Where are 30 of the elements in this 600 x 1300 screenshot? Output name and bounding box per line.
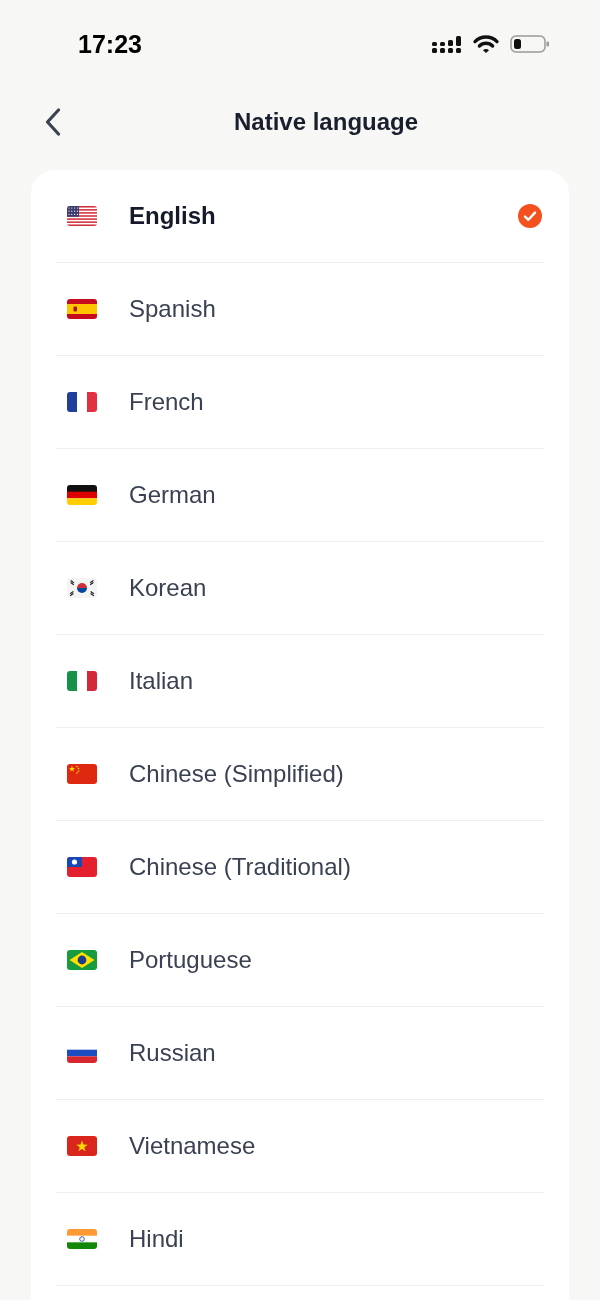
check-icon (518, 204, 542, 228)
page-title: Native language (234, 107, 419, 137)
flag-icon (67, 950, 97, 970)
language-option[interactable]: Chinese (Traditional) (56, 821, 544, 914)
language-option[interactable]: Hindi (56, 1193, 544, 1286)
flag-icon (67, 485, 97, 505)
status-time: 17:23 (78, 31, 142, 57)
language-option[interactable]: Chinese (Simplified) (56, 728, 544, 821)
language-option[interactable]: German (56, 449, 544, 542)
language-option[interactable]: Spanish (56, 263, 544, 356)
flag-icon (67, 1229, 97, 1249)
signal-icon (432, 35, 461, 53)
language-option[interactable]: Korean (56, 542, 544, 635)
chevron-left-icon (45, 108, 61, 136)
language-option[interactable]: Russian (56, 1007, 544, 1100)
flag-icon (67, 392, 97, 412)
language-option[interactable]: French (56, 356, 544, 449)
flag-icon (67, 206, 97, 226)
flag-icon (67, 671, 97, 691)
language-option[interactable]: Portuguese (56, 914, 544, 1007)
language-option[interactable]: Italian (56, 635, 544, 728)
flag-icon (67, 1136, 97, 1156)
wifi-icon (472, 34, 500, 54)
flag-icon (67, 299, 97, 319)
flag-icon (67, 578, 97, 598)
flag-icon (67, 764, 97, 784)
flag-icon (67, 857, 97, 877)
language-option[interactable]: English (56, 170, 544, 263)
battery-icon (510, 35, 550, 53)
language-option[interactable]: Vietnamese (56, 1100, 544, 1193)
